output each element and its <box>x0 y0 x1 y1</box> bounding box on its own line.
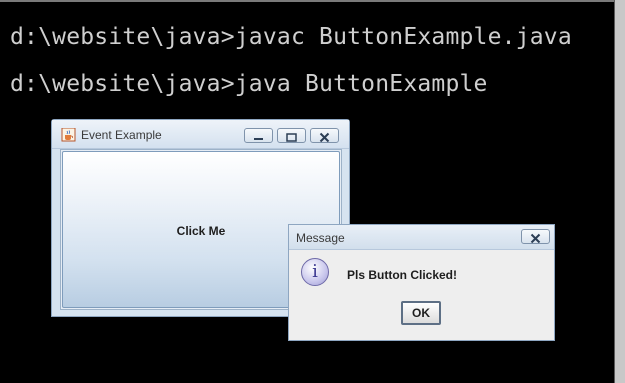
info-icon: i <box>301 258 329 286</box>
dialog-close-button[interactable] <box>521 229 550 244</box>
console-scrollbar-edge <box>614 0 615 383</box>
console-scrollbar[interactable] <box>615 0 625 383</box>
maximize-button[interactable] <box>277 128 306 143</box>
dialog-title: Message <box>296 231 345 245</box>
dialog-title-bar[interactable]: Message <box>289 225 554 250</box>
window-title: Event Example <box>81 128 162 142</box>
dialog-message: Pls Button Clicked! <box>347 268 458 282</box>
ok-button[interactable]: OK <box>401 301 441 325</box>
message-dialog: Message i Pls Button Clicked! OK <box>288 224 555 341</box>
console-border <box>0 0 615 2</box>
close-icon <box>530 233 541 244</box>
close-button[interactable] <box>310 128 339 143</box>
close-icon <box>319 132 330 143</box>
console-line: d:\website\java>javac ButtonExample.java <box>10 24 572 50</box>
window-title-bar[interactable]: Event Example <box>52 120 349 149</box>
java-cup-icon <box>61 128 76 142</box>
minimize-button[interactable] <box>244 128 273 143</box>
maximize-icon <box>286 133 297 142</box>
console-line: d:\website\java>java ButtonExample <box>10 71 488 97</box>
minimize-icon <box>254 138 263 140</box>
